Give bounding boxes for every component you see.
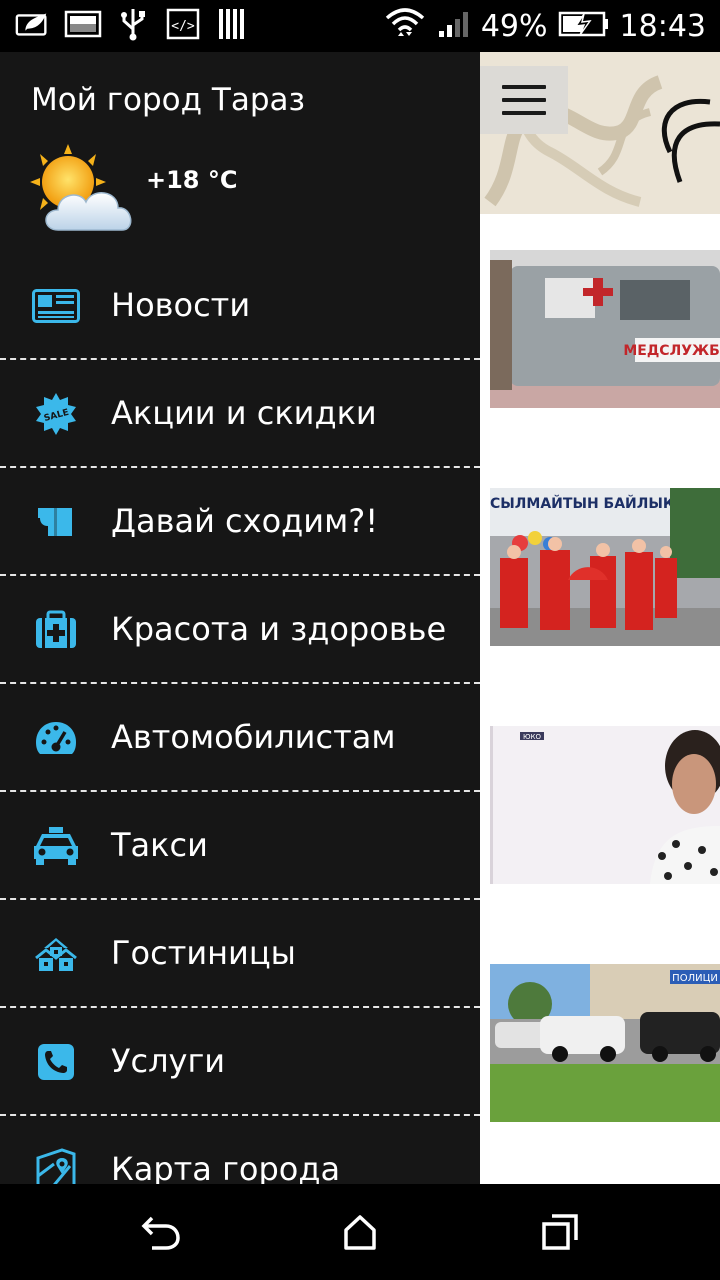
back-icon (141, 1216, 180, 1250)
hamburger-line (502, 111, 546, 115)
recents-icon (542, 1214, 578, 1250)
status-bar: </> 49% 18:43 (0, 0, 720, 52)
menu-item-beauty-health[interactable]: Красота и здоровье (0, 576, 480, 684)
partly-cloudy-sun-icon (28, 144, 140, 236)
drawer-title: Мой город Тараз (31, 82, 305, 118)
svg-text:ПОЛИЦИ: ПОЛИЦИ (672, 973, 718, 984)
map-icon (32, 1148, 80, 1184)
signal-icon (437, 9, 471, 43)
menu-item-services[interactable]: Услуги (0, 1008, 480, 1116)
sale-badge-icon: SALE (32, 392, 80, 436)
menu-item-label: Карта города (111, 1150, 341, 1184)
navigation-drawer: Мой город Тараз +18 °C Новости SALE Акци… (0, 52, 480, 1184)
home-button[interactable] (332, 1204, 388, 1260)
menu-item-label: Гостиницы (111, 934, 296, 972)
news-thumb-ambulance[interactable]: МЕДСЛУЖБА (490, 250, 720, 408)
leaf-battery-saver-icon (14, 8, 52, 40)
news-thumb-cars[interactable]: ПОЛИЦИ (490, 964, 720, 1122)
image-icon (64, 8, 102, 40)
system-navigation-bar (0, 1184, 720, 1280)
hotel-icon (32, 932, 80, 976)
menu-item-sales[interactable]: SALE Акции и скидки (0, 360, 480, 468)
menu-item-motorists[interactable]: Автомобилистам (0, 684, 480, 792)
usb-icon (114, 8, 152, 41)
newspaper-icon (32, 284, 80, 328)
hamburger-icon (502, 85, 546, 89)
weather-temperature: +18 °C (146, 166, 238, 194)
wifi-icon (383, 4, 427, 48)
menu-item-label: Новости (111, 286, 251, 324)
phone-icon (32, 1040, 80, 1084)
home-icon (344, 1215, 376, 1250)
menu-item-lets-go[interactable]: Давай сходим?! (0, 468, 480, 576)
hamburger-menu-button[interactable] (480, 66, 568, 134)
menu-item-label: Акции и скидки (111, 394, 377, 432)
menu-item-news[interactable]: Новости (0, 252, 480, 360)
clock: 18:43 (619, 8, 706, 44)
menu-item-label: Такси (111, 826, 208, 864)
battery-charging-icon (558, 10, 610, 42)
svg-text:СЫЛМАЙТЫН БАЙЛЫҚ: СЫЛМАЙТЫН БАЙЛЫҚ (490, 495, 675, 512)
menu-item-taxi[interactable]: Такси (0, 792, 480, 900)
menu-item-city-map[interactable]: Карта города (0, 1116, 480, 1184)
status-right: 49% 18:43 (383, 6, 706, 46)
barcode-icon (214, 8, 252, 40)
menu-item-label: Услуги (111, 1042, 226, 1080)
header-banner (480, 52, 720, 214)
news-thumb-woman[interactable]: ЮКО (490, 726, 720, 884)
svg-text:МЕДСЛУЖБА: МЕДСЛУЖБА (623, 343, 720, 359)
news-thumb-dancers[interactable]: СЫЛМАЙТЫН БАЙЛЫҚ (490, 488, 720, 646)
main-content: МЕДСЛУЖБА СЫЛМАЙТЫН БАЙЛЫҚ ЮКО ПОЛИЦИ (480, 52, 720, 1184)
menu-item-hotels[interactable]: Гостиницы (0, 900, 480, 1008)
drawer-menu: Новости SALE Акции и скидки Давай сходим… (0, 252, 480, 1184)
taxi-icon (32, 824, 80, 868)
speedometer-icon (32, 716, 80, 760)
svg-text:ЮКО: ЮКО (523, 733, 542, 741)
code-icon: </> (164, 8, 202, 40)
recents-button[interactable] (532, 1204, 588, 1260)
first-aid-kit-icon (32, 608, 80, 652)
menu-item-label: Давай сходим?! (111, 502, 379, 540)
back-button[interactable] (132, 1204, 188, 1260)
battery-percent: 49% (480, 8, 548, 44)
hamburger-line (502, 98, 546, 102)
menu-item-label: Автомобилистам (111, 718, 396, 756)
ticket-icon (32, 500, 80, 544)
status-left-icons: </> (14, 8, 252, 41)
svg-text:</>: </> (171, 19, 195, 34)
menu-item-label: Красота и здоровье (111, 610, 447, 648)
